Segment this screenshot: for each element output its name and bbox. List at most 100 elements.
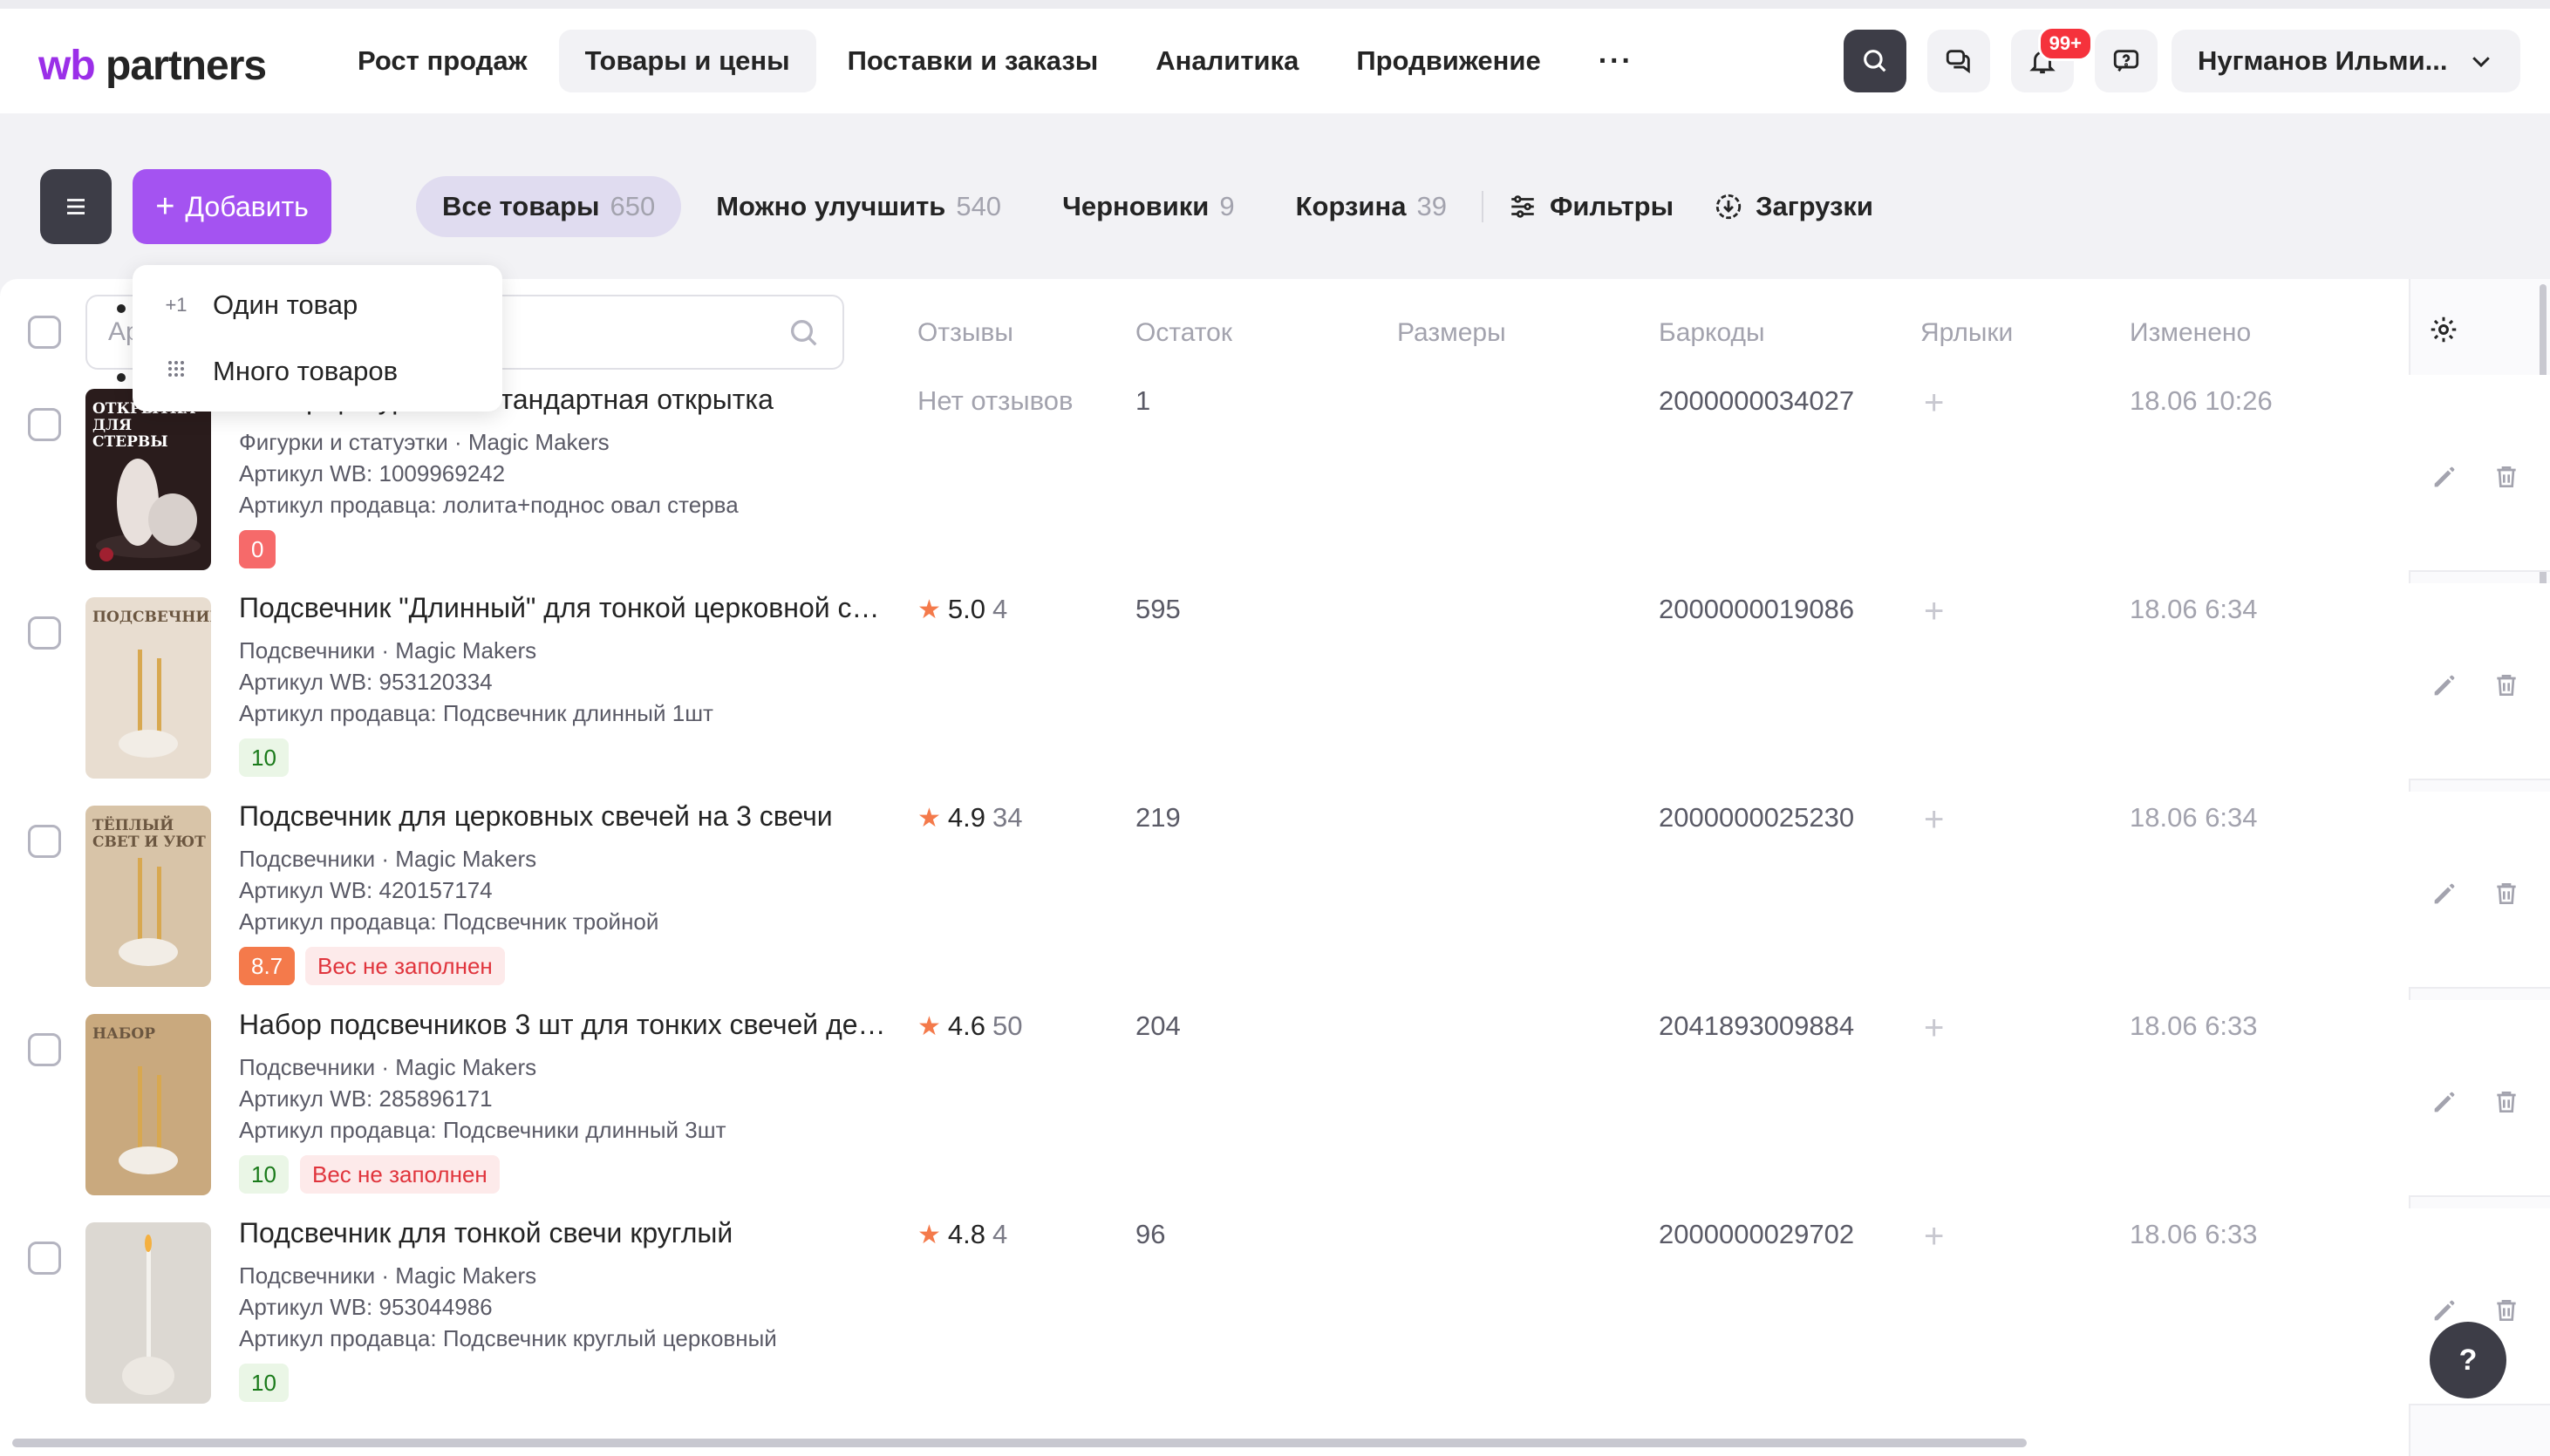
rating[interactable]: ★ 5.0 4 [917, 594, 1007, 625]
gear-icon[interactable] [2428, 314, 2459, 345]
header-search-button[interactable] [1844, 30, 1906, 92]
col-reviews[interactable]: Отзывы [917, 318, 1013, 348]
product-tabs: Все товары 650 Можно улучшить 540 Черновик… [416, 176, 1889, 237]
uploads-button[interactable]: Загрузки [1698, 176, 1889, 237]
rating[interactable]: ★ 4.6 50 [917, 1010, 1023, 1042]
add-label-button[interactable]: + [1924, 1217, 1944, 1256]
main-nav: Рост продаж Товары и цены Поставки и зак… [331, 30, 1660, 92]
add-label-button[interactable]: + [1924, 1009, 1944, 1048]
table-row[interactable]: ТЁПЛЫЙ СВЕТ И УЮТ Подсвечник для церковны… [0, 800, 2409, 1010]
table-row[interactable]: Подсвечник для тонкой свечи круглый Подсв… [0, 1217, 2409, 1426]
tab-can-improve[interactable]: Можно улучшить 540 [690, 176, 1027, 237]
notifications-button[interactable]: 99+ [2011, 26, 2093, 92]
nav-item-promotion[interactable]: Продвижение [1330, 30, 1566, 92]
logo[interactable]: wb partners [38, 42, 267, 90]
pencil-icon[interactable] [2430, 670, 2459, 700]
pencil-icon[interactable] [2430, 462, 2459, 492]
content-score-badge[interactable]: 0 [239, 530, 276, 568]
row-checkbox[interactable] [28, 1242, 61, 1275]
col-changed[interactable]: Изменено [2130, 318, 2251, 348]
product-wb-article: Артикул WB: 953120334 [239, 669, 493, 695]
trash-icon[interactable] [2492, 879, 2520, 908]
help-button[interactable]: ? [2430, 1322, 2506, 1398]
weight-warning-badge[interactable]: Вес не заполнен [300, 1155, 500, 1194]
horizontal-scrollbar[interactable] [12, 1439, 2027, 1447]
row-checkbox[interactable] [28, 408, 61, 441]
col-sizes[interactable]: Размеры [1397, 318, 1506, 348]
product-title[interactable]: Подсвечник для церковных свечей на 3 све… [239, 800, 833, 833]
changed-date: 18.06 6:34 [2130, 594, 2258, 624]
trash-icon[interactable] [2492, 462, 2520, 492]
product-thumbnail[interactable]: ТЁПЛЫЙ СВЕТ И УЮТ [85, 806, 211, 987]
product-title[interactable]: Набор подсвечников 3 шт для тонких свече… [239, 1009, 893, 1041]
add-label-button[interactable]: + [1924, 384, 1944, 423]
select-all-checkbox[interactable] [28, 316, 61, 349]
product-thumbnail[interactable]: НАБОР [85, 1014, 211, 1195]
weight-warning-badge[interactable]: Вес не заполнен [305, 947, 505, 985]
add-label-button[interactable]: + [1924, 592, 1944, 631]
row-checkbox[interactable] [28, 1033, 61, 1066]
tabs-divider [1481, 191, 1483, 222]
thumbnail-illustration [122, 1235, 174, 1395]
product-thumbnail[interactable] [85, 1222, 211, 1404]
barcode-value: 2041893009884 [1659, 1010, 1855, 1041]
nav-more-button[interactable]: ··· [1572, 30, 1660, 92]
trash-icon[interactable] [2492, 1296, 2520, 1325]
changed-date: 18.06 6:33 [2130, 1010, 2258, 1041]
nav-item-analytics[interactable]: Аналитика [1129, 30, 1325, 92]
search-icon[interactable] [787, 316, 822, 350]
rating[interactable]: ★ 4.9 34 [917, 802, 1023, 833]
tab-trash[interactable]: Корзина 39 [1270, 176, 1473, 237]
content-score-badge[interactable]: 10 [239, 1364, 289, 1402]
trash-icon[interactable] [2492, 1087, 2520, 1117]
table-row[interactable]: НАБОР Набор подсвечников 3 шт для тонких … [0, 1009, 2409, 1218]
product-title[interactable]: Подсвечник "Длинный" для тонкой церковно… [239, 592, 893, 624]
col-stock[interactable]: Остаток [1135, 318, 1232, 348]
pencil-icon[interactable] [2430, 879, 2459, 908]
product-seller-article: Артикул продавца: лолита+поднос овал сте… [239, 492, 739, 518]
support-button[interactable] [2095, 30, 2158, 92]
trash-icon[interactable] [2492, 670, 2520, 700]
thumbnail-illustration [119, 650, 178, 758]
product-wb-article: Артикул WB: 285896171 [239, 1085, 493, 1112]
product-thumbnail[interactable]: ОТКРЫТКА ДЛЯ СТЕРВЫ [85, 389, 211, 570]
row-checkbox[interactable] [28, 616, 61, 650]
grid-icon [164, 358, 188, 384]
filters-button[interactable]: Фильтры [1492, 176, 1689, 237]
barcode-value: 2000000025230 [1659, 802, 1855, 833]
thumbnail-illustration [96, 459, 201, 561]
product-thumbnail[interactable]: ПОДСВЕЧНИК [85, 597, 211, 779]
table-row[interactable]: ПОДСВЕЧНИК Подсвечник "Длинный" для тонко… [0, 592, 2409, 801]
star-icon: ★ [917, 1220, 941, 1249]
nav-item-products-prices[interactable]: Товары и цены [558, 30, 816, 92]
user-menu-button[interactable]: Нугманов Ильми... [2172, 30, 2520, 92]
tab-all-products[interactable]: Все товары 650 [416, 176, 682, 237]
content-score-badge[interactable]: 8.7 [239, 947, 296, 985]
barcode-value: 2000000019086 [1659, 594, 1855, 624]
tab-drafts[interactable]: Черновики 9 [1036, 176, 1261, 237]
menu-button[interactable] [40, 169, 112, 244]
add-button[interactable]: + Добавить [133, 169, 331, 244]
product-wb-article: Артикул WB: 1009969242 [239, 460, 506, 486]
content-score-badge[interactable]: 10 [239, 738, 289, 777]
chat-button[interactable] [1927, 30, 1990, 92]
reviews-count: 4 [992, 1219, 1008, 1249]
menu-item-single-product[interactable]: +1 Один товар [164, 289, 358, 321]
table-row[interactable]: ОТКРЫТКА ДЛЯ СТЕРВЫНабор фигурок: Нестан… [0, 384, 2409, 593]
col-barcodes[interactable]: Баркоды [1659, 318, 1765, 348]
list-bullet [117, 304, 126, 313]
col-labels[interactable]: Ярлыки [1920, 318, 2013, 348]
pencil-icon[interactable] [2430, 1087, 2459, 1117]
product-category: Подсвечники · Magic Makers [239, 1054, 537, 1080]
add-label-button[interactable]: + [1924, 800, 1944, 840]
pencil-icon[interactable] [2430, 1296, 2459, 1325]
rating[interactable]: ★ 4.8 4 [917, 1219, 1007, 1250]
product-title[interactable]: Подсвечник для тонкой свечи круглый [239, 1217, 733, 1249]
chevron-down-icon [2472, 57, 2490, 68]
menu-item-many-products[interactable]: Много товаров [164, 356, 398, 387]
changed-date: 18.06 10:26 [2130, 385, 2273, 416]
nav-item-sales-growth[interactable]: Рост продаж [331, 30, 554, 92]
row-checkbox[interactable] [28, 825, 61, 858]
content-score-badge[interactable]: 10 [239, 1155, 289, 1194]
nav-item-supplies-orders[interactable]: Поставки и заказы [822, 30, 1125, 92]
